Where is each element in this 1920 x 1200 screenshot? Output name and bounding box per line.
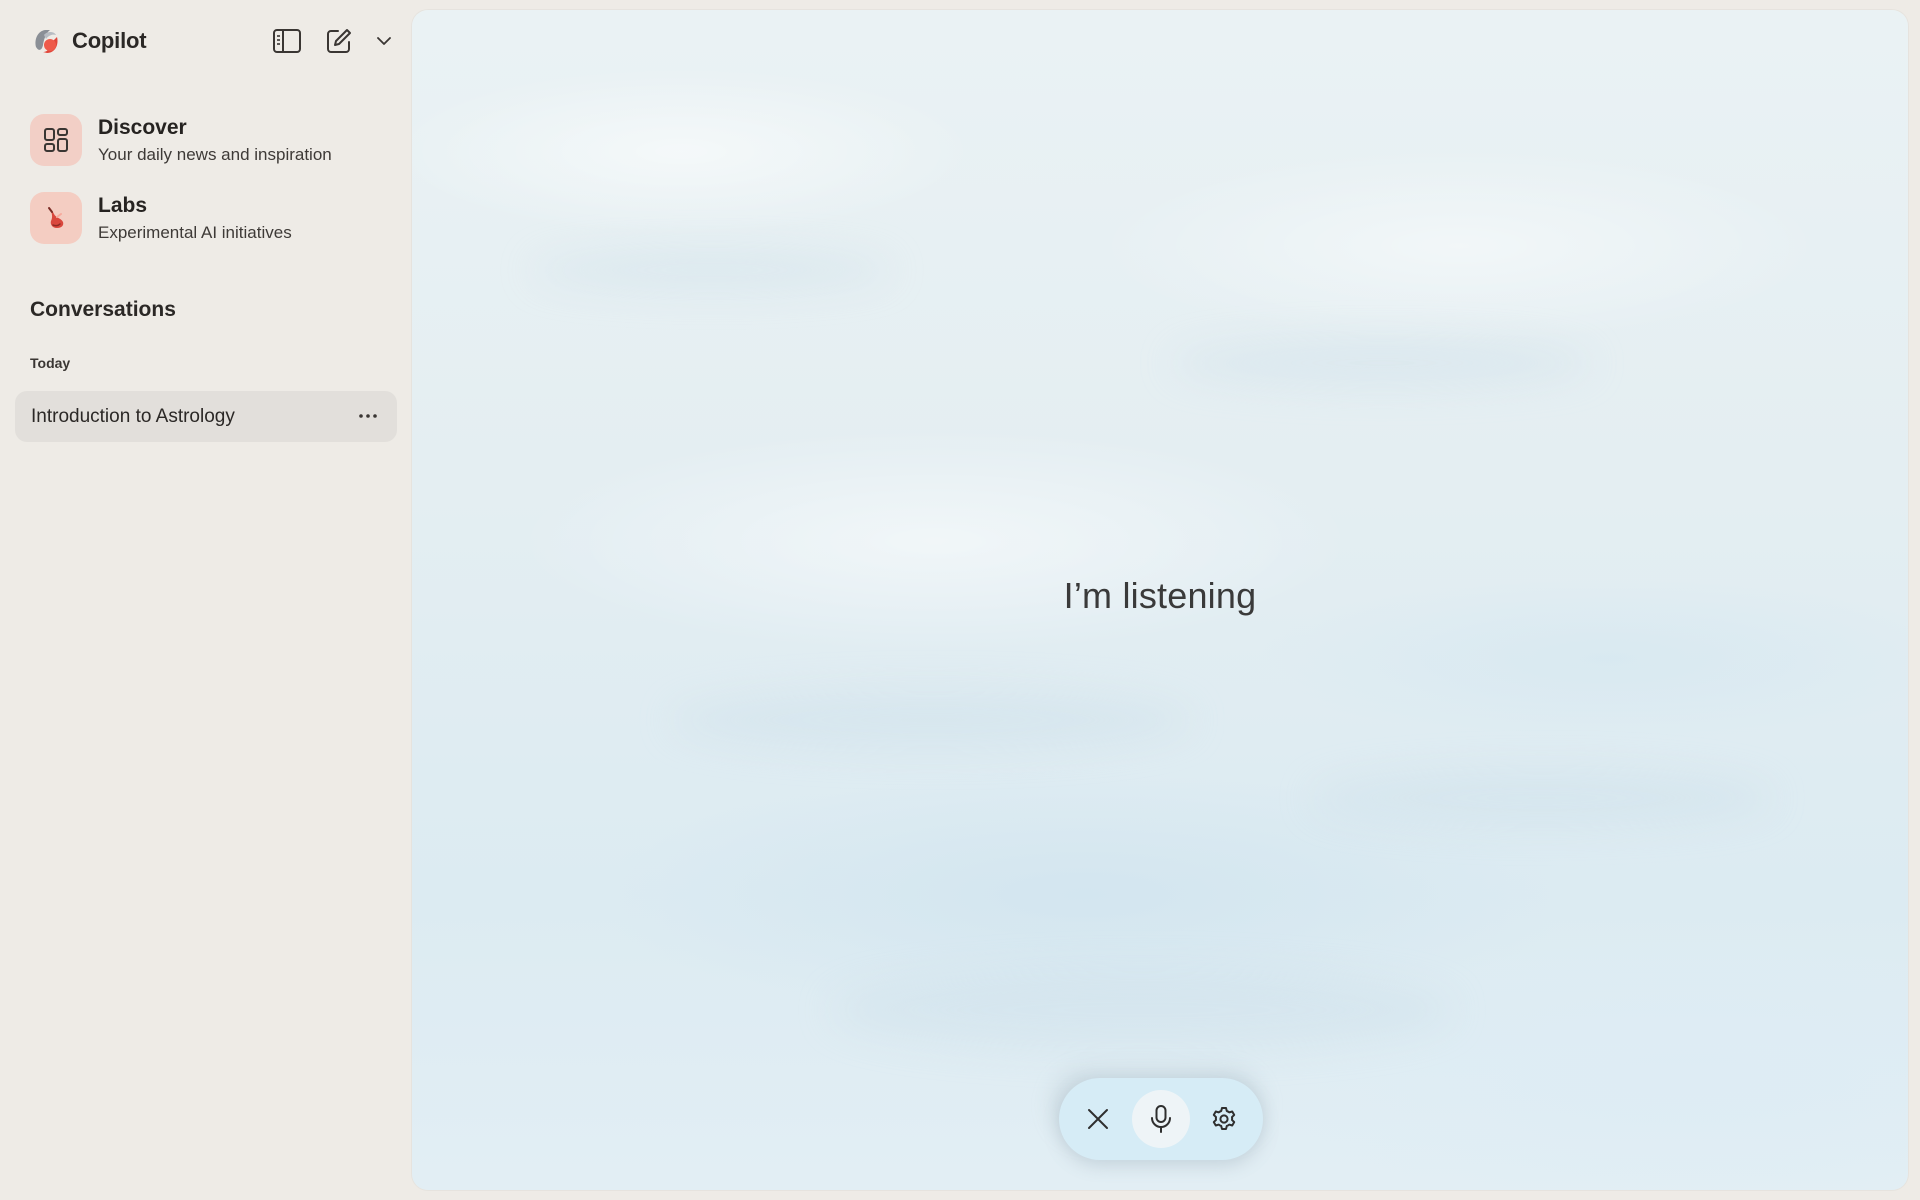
conversation-item[interactable]: Introduction to Astrology: [15, 391, 397, 442]
voice-panel: I’m listening: [412, 10, 1908, 1190]
labs-icon: [30, 192, 82, 244]
listening-status: I’m listening: [1063, 575, 1257, 616]
conversations-heading: Conversations: [30, 298, 176, 321]
copilot-logo-icon: [35, 30, 58, 53]
brand[interactable]: Copilot: [30, 25, 147, 57]
toggle-sidebar-button[interactable]: [268, 22, 306, 60]
water-texture: [1172, 340, 1592, 386]
water-texture: [1312, 770, 1772, 826]
nav-labs-title: Labs: [98, 193, 148, 217]
conversation-title: Introduction to Astrology: [31, 405, 235, 427]
close-icon: [1088, 1109, 1108, 1129]
nav-discover[interactable]: Discover Your daily news and inspiration: [30, 114, 390, 166]
more-horizontal-icon: [359, 414, 377, 418]
sidebar-panel-icon: [273, 29, 301, 53]
nav-discover-text: Discover Your daily news and inspiration: [98, 115, 332, 166]
conversation-more-button[interactable]: [353, 401, 383, 431]
close-voice-button[interactable]: [1069, 1090, 1127, 1148]
sidebar: Copilot Discover Your daily news and ins…: [0, 0, 412, 1200]
water-texture: [532, 250, 892, 290]
more-options-dropdown[interactable]: [372, 22, 396, 60]
compose-icon: [327, 29, 351, 53]
nav-labs[interactable]: Labs Experimental AI initiatives: [30, 192, 390, 244]
nav-labs-subtitle: Experimental AI initiatives: [98, 222, 292, 242]
copilot-app: Copilot Discover Your daily news and ins…: [0, 0, 1920, 1200]
sidebar-actions: [268, 22, 396, 60]
gear-icon: [1212, 1107, 1236, 1130]
grid-icon: [30, 114, 82, 166]
nav-discover-title: Discover: [98, 115, 187, 139]
water-texture: [832, 970, 1452, 1050]
app-title: Copilot: [72, 28, 147, 53]
microphone-icon: [1151, 1105, 1171, 1133]
sidebar-header: Copilot: [30, 22, 396, 60]
voice-settings-button[interactable]: [1195, 1090, 1253, 1148]
group-label-today: Today: [30, 355, 71, 371]
new-chat-button[interactable]: [320, 22, 358, 60]
voice-control-bar: [1059, 1078, 1263, 1160]
nav-discover-subtitle: Your daily news and inspiration: [98, 144, 332, 164]
water-texture: [672, 690, 1192, 750]
microphone-button[interactable]: [1132, 1090, 1190, 1148]
chevron-down-icon: [377, 37, 391, 45]
nav-labs-text: Labs Experimental AI initiatives: [98, 193, 292, 244]
